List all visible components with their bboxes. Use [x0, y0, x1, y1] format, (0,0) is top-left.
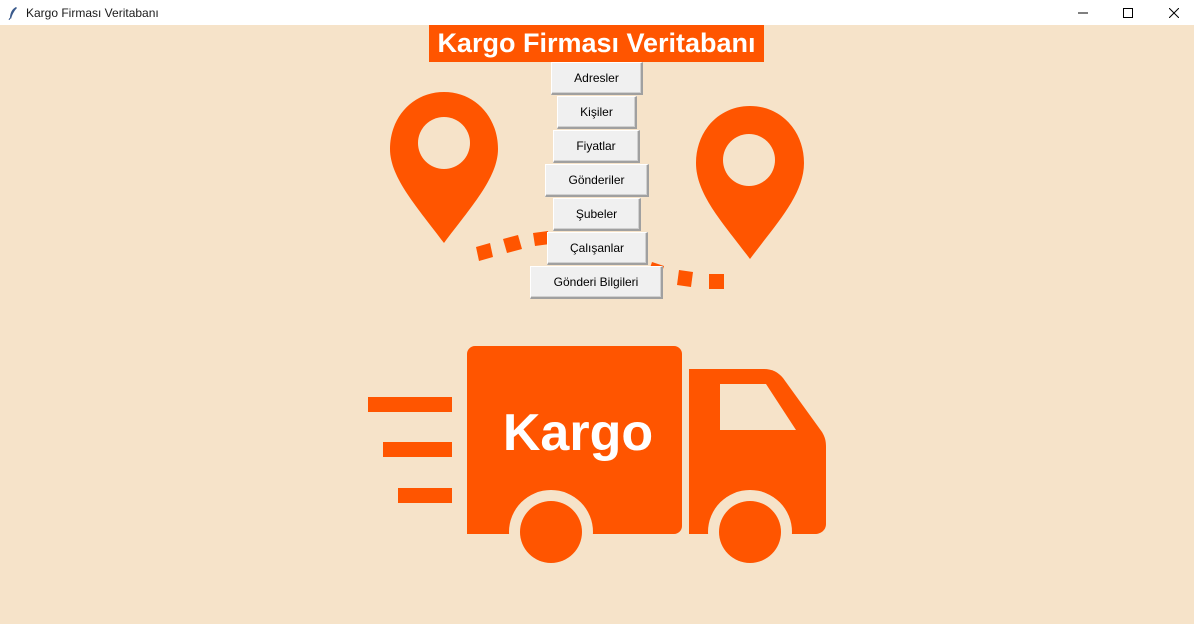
maximize-icon	[1123, 7, 1133, 18]
truck-label: Kargo	[502, 404, 654, 462]
persons-button[interactable]: Kişiler	[557, 96, 637, 129]
speed-lines-icon	[368, 397, 452, 503]
page-title: Kargo Firması Veritabanı	[429, 25, 764, 62]
shipment-info-button[interactable]: Gönderi Bilgileri	[530, 266, 663, 299]
minimize-icon	[1078, 12, 1088, 13]
maximize-button[interactable]	[1105, 0, 1151, 25]
minimize-button[interactable]	[1060, 0, 1106, 25]
close-button[interactable]	[1151, 0, 1194, 25]
location-pin-icon	[696, 106, 804, 259]
title-bar: Kargo Firması Veritabanı	[0, 0, 1194, 25]
branches-button[interactable]: Şubeler	[553, 198, 641, 231]
feather-icon	[6, 6, 20, 20]
close-icon	[1169, 7, 1179, 18]
app-window: Kargo Kargo Firması Veritabanı Kargo Fir…	[0, 0, 1194, 624]
location-pin-icon	[390, 92, 498, 243]
delivery-truck-icon	[467, 346, 826, 574]
prices-button[interactable]: Fiyatlar	[553, 130, 640, 163]
employees-button[interactable]: Çalışanlar	[547, 232, 648, 265]
addresses-button[interactable]: Adresler	[551, 62, 643, 95]
shipments-button[interactable]: Gönderiler	[545, 164, 649, 197]
window-title: Kargo Firması Veritabanı	[26, 5, 159, 20]
